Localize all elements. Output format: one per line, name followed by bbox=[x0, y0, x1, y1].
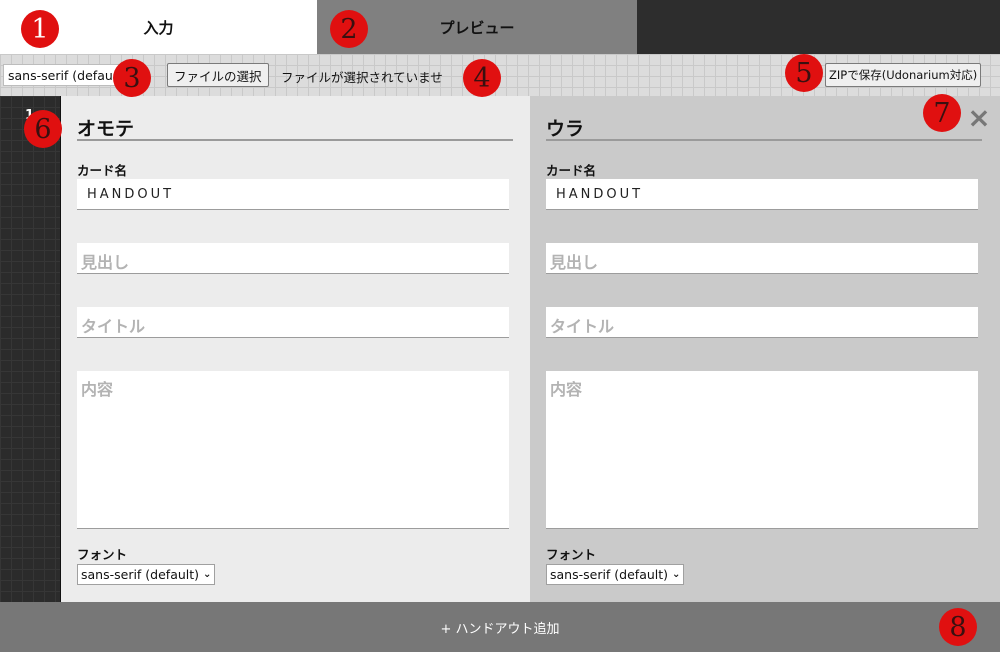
front-card-name-input[interactable]: HANDOUT bbox=[77, 179, 509, 210]
marker-4: 4 bbox=[463, 59, 501, 97]
file-choose-button[interactable]: ファイルの選択 bbox=[167, 63, 269, 87]
back-title-input[interactable]: タイトル bbox=[546, 307, 978, 338]
front-font-value: sans-serif (default) bbox=[81, 567, 200, 582]
file-status-text: ファイルが選択されていませ bbox=[281, 70, 443, 85]
back-card-name-input[interactable]: HANDOUT bbox=[546, 179, 978, 210]
front-panel: オモテ カード名 HANDOUT 見出し タイトル 内容 フォント sans-s… bbox=[61, 96, 530, 602]
marker-2: 2 bbox=[330, 10, 368, 48]
marker-7: 7 bbox=[923, 94, 961, 132]
add-handout-button[interactable]: + ハンドアウト追加 bbox=[0, 602, 1000, 652]
front-title-input[interactable]: タイトル bbox=[77, 307, 509, 338]
marker-3: 3 bbox=[113, 59, 151, 97]
chevron-down-icon: ⌄ bbox=[672, 569, 681, 580]
marker-6: 6 bbox=[24, 110, 62, 148]
close-icon[interactable]: × bbox=[967, 104, 991, 132]
back-font-select[interactable]: sans-serif (default) ⌄ bbox=[546, 564, 685, 585]
front-content-textarea[interactable]: 内容 bbox=[77, 371, 509, 529]
front-heading: オモテ bbox=[77, 114, 513, 141]
front-font-label: フォント bbox=[77, 547, 128, 562]
back-font-value: sans-serif (default) bbox=[550, 567, 669, 582]
chevron-down-icon: ⌄ bbox=[203, 569, 212, 580]
tab-bar: 入力 プレビュー bbox=[0, 0, 1000, 54]
marker-1: 1 bbox=[21, 10, 59, 48]
front-font-select[interactable]: sans-serif (default) ⌄ bbox=[77, 564, 216, 585]
zip-save-button[interactable]: ZIPで保存(Udonarium対応) bbox=[825, 63, 982, 87]
marker-5: 5 bbox=[785, 54, 823, 92]
marker-8: 8 bbox=[939, 608, 977, 646]
back-heading-input[interactable]: 見出し bbox=[546, 243, 978, 274]
front-card-name-label: カード名 bbox=[77, 163, 128, 178]
card-index-column bbox=[0, 96, 61, 602]
back-card-name-label: カード名 bbox=[546, 163, 597, 178]
back-panel: ウラ カード名 HANDOUT 見出し タイトル 内容 フォント sans-se… bbox=[530, 96, 1000, 602]
front-heading-input[interactable]: 見出し bbox=[77, 243, 509, 274]
back-heading: ウラ bbox=[546, 114, 982, 141]
back-content-textarea[interactable]: 内容 bbox=[546, 371, 978, 529]
back-font-label: フォント bbox=[546, 547, 597, 562]
